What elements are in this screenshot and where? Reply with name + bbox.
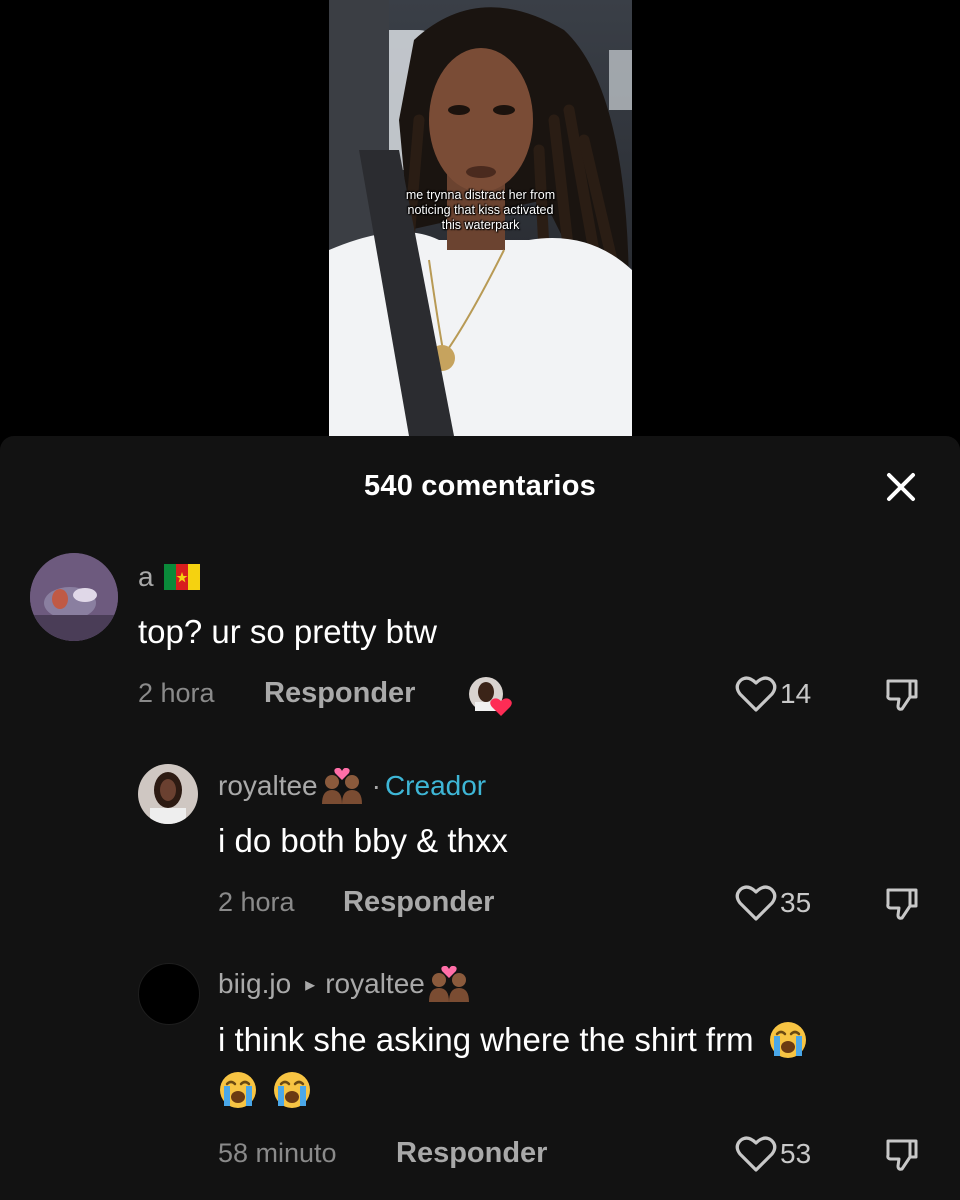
avatar-image (138, 764, 198, 824)
like-button[interactable]: 53 (735, 1135, 811, 1173)
comments-sheet: 540 comentarios a top? ur so pretty btw … (0, 436, 960, 1200)
cameroon-flag-icon (163, 564, 200, 590)
avatar[interactable] (138, 764, 198, 824)
comment-username[interactable]: royaltee (218, 770, 318, 802)
close-button[interactable] (884, 470, 918, 504)
video-thumbnail[interactable]: me trynna distract her from noticing tha… (329, 0, 632, 436)
creator-liked-indicator (468, 676, 512, 716)
crying-face-icon (274, 1072, 310, 1108)
comment-text-line: i think she asking where the shirt frm (218, 1020, 808, 1060)
like-count: 35 (780, 887, 812, 918)
video-caption: me trynna distract her from noticing tha… (329, 188, 632, 233)
dislike-button[interactable] (884, 677, 920, 713)
caption-line: noticing that kiss activated (407, 203, 554, 217)
thumbs-down-icon (886, 888, 918, 920)
couple-heart-icon (321, 768, 362, 804)
avatar[interactable] (30, 553, 118, 641)
avatar[interactable] (138, 963, 200, 1025)
caption-line: me trynna distract her from (405, 188, 556, 202)
heart-outline-icon (735, 676, 777, 712)
comment-username[interactable]: a (138, 561, 154, 593)
comment-text: i think she asking where the shirt frm (218, 1021, 754, 1058)
comment-time: 58 minuto (218, 1138, 337, 1168)
like-button[interactable]: 14 (735, 675, 811, 713)
comment-text: i do both bby & thxx (218, 822, 508, 859)
dislike-button[interactable] (884, 886, 920, 922)
heart-outline-icon (735, 1136, 777, 1172)
like-button[interactable]: 35 (735, 884, 811, 922)
caption-line: this waterpark (441, 218, 520, 232)
reply-button[interactable]: Responder (396, 1137, 547, 1170)
creator-label: Creador (384, 770, 487, 801)
comments-count-title: 540 comentarios (364, 470, 596, 502)
dislike-button[interactable] (884, 1137, 920, 1173)
comment-username-row: biig.jo ▸ royaltee (218, 966, 471, 1002)
reply-to-arrow-icon: ▸ (305, 973, 316, 996)
comment-username[interactable]: biig.jo (218, 968, 291, 1000)
comment-username-row: a (138, 561, 200, 593)
comment-username-row: royaltee · Creador (218, 768, 486, 804)
crying-face-icon (220, 1072, 256, 1108)
reply-button[interactable]: Responder (343, 886, 494, 919)
thumbs-down-icon (886, 679, 918, 711)
comment-text: top? ur so pretty btw (138, 613, 437, 650)
like-count: 53 (780, 1138, 812, 1169)
comment-time: 2 hora (138, 678, 215, 708)
reply-button[interactable]: Responder (264, 677, 415, 710)
couple-heart-icon (428, 966, 469, 1002)
heart-outline-icon (735, 885, 777, 921)
comment-emoji-line (218, 1070, 312, 1110)
crying-face-icon (769, 1022, 806, 1058)
close-icon (887, 473, 915, 501)
like-count: 14 (780, 678, 812, 709)
reply-to-username[interactable]: royaltee (325, 968, 425, 1000)
thumbs-down-icon (886, 1139, 918, 1171)
comment-time: 2 hora (218, 887, 295, 917)
avatar-image (30, 553, 118, 641)
separator-dot: · (371, 770, 381, 801)
creator-avatar-heart-icon (469, 677, 512, 716)
